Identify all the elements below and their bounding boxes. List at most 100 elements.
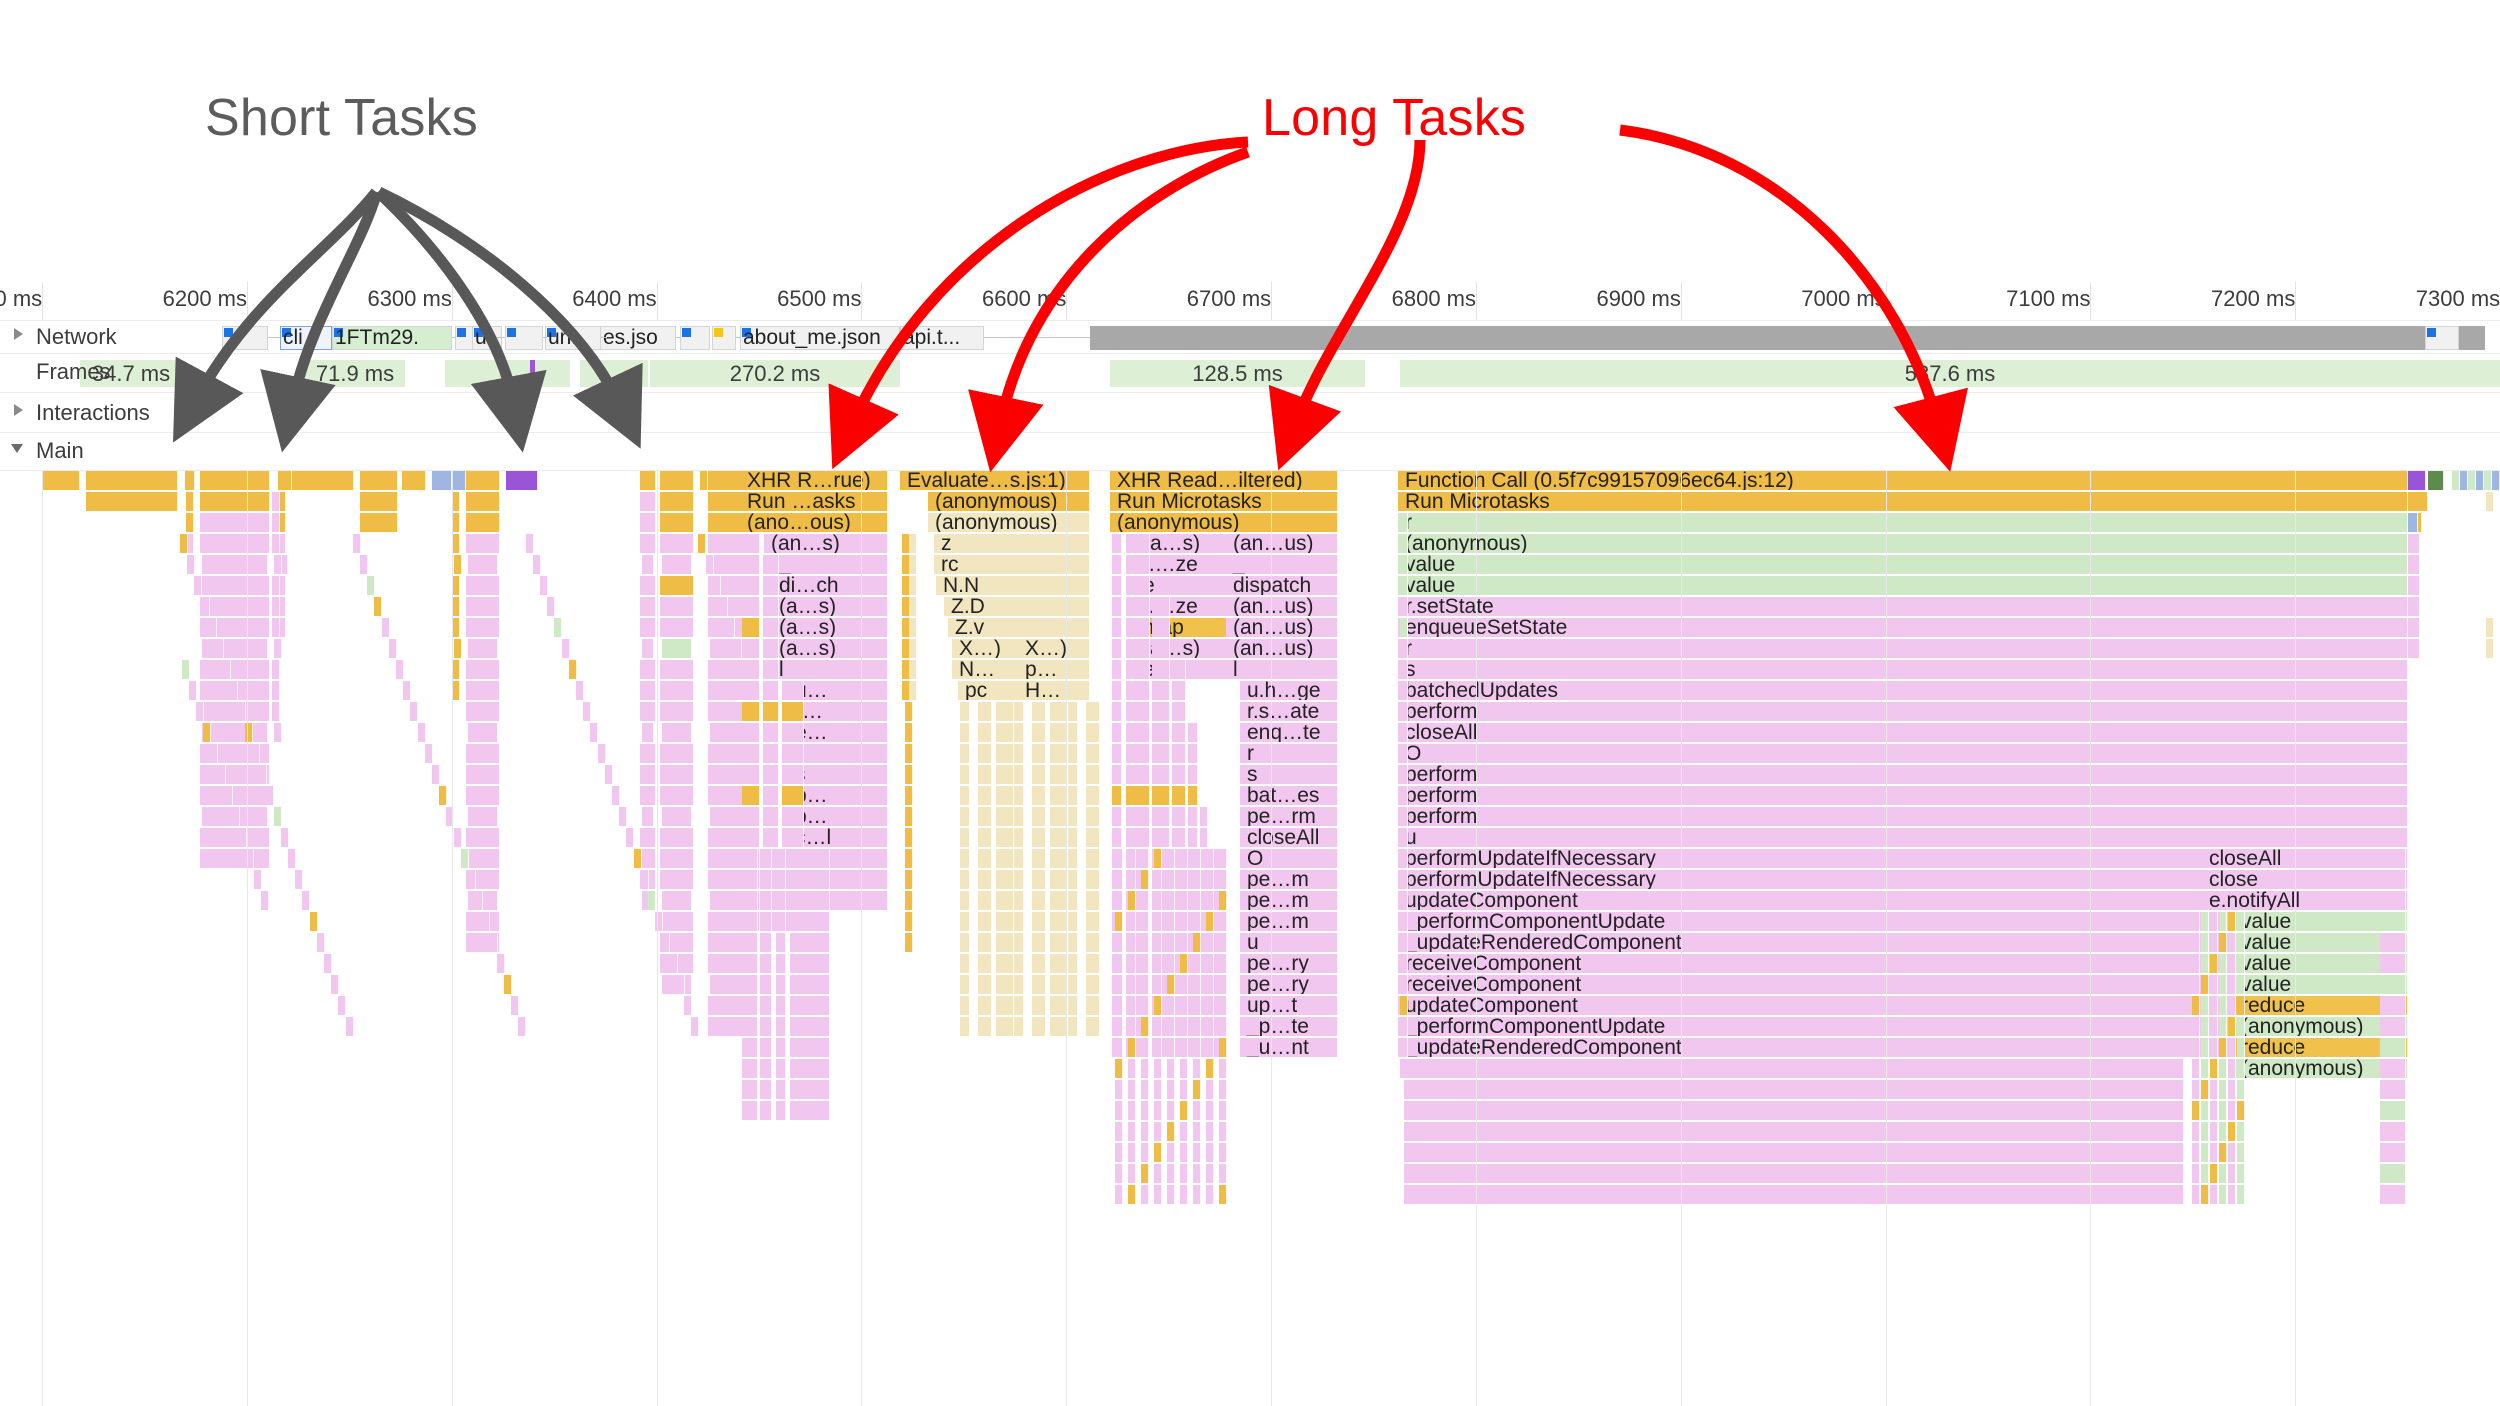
gutter-bar[interactable] xyxy=(1193,891,1201,910)
gutter-bar[interactable] xyxy=(905,891,913,910)
gutter-bar[interactable] xyxy=(1154,1164,1162,1183)
gutter-bar[interactable] xyxy=(776,1017,786,1036)
gutter-bar[interactable] xyxy=(978,912,992,931)
gutter-bar[interactable] xyxy=(978,744,992,763)
gutter-bar[interactable] xyxy=(1219,1059,1227,1078)
gutter-bar[interactable] xyxy=(1180,1101,1188,1120)
gutter-bar[interactable] xyxy=(905,807,913,826)
gutter-bar[interactable] xyxy=(1172,723,1186,742)
gutter-bar[interactable] xyxy=(1172,786,1186,805)
flame-bar-o[interactable]: O xyxy=(1240,849,1338,868)
flame-bar[interactable] xyxy=(1404,1059,2184,1078)
gutter-bar[interactable] xyxy=(960,723,970,742)
gutter-bar[interactable] xyxy=(1032,933,1046,952)
gutter-bar[interactable] xyxy=(1152,618,1170,637)
track-interactions[interactable]: Interactions xyxy=(0,392,2500,433)
short-task-bar[interactable] xyxy=(266,786,275,805)
gutter-bar[interactable] xyxy=(763,723,779,742)
gutter-bar[interactable] xyxy=(2237,1164,2245,1183)
gutter-bar[interactable] xyxy=(978,828,992,847)
gutter-bar[interactable] xyxy=(1128,1080,1136,1099)
gutter-bar[interactable] xyxy=(1014,996,1024,1015)
gutter-bar[interactable] xyxy=(1086,933,1100,952)
short-task-bar[interactable] xyxy=(727,618,736,637)
gutter-bar[interactable] xyxy=(1115,1164,1123,1183)
gutter-bar[interactable] xyxy=(960,702,970,721)
gutter-bar[interactable] xyxy=(790,912,830,931)
short-task-bar[interactable] xyxy=(705,555,714,574)
gutter-bar[interactable] xyxy=(760,933,772,952)
gutter-bar[interactable] xyxy=(978,870,992,889)
gutter-bar[interactable] xyxy=(1115,849,1123,868)
gutter-bar[interactable] xyxy=(1206,1143,1214,1162)
short-task-bar[interactable] xyxy=(201,597,210,616)
gutter-bar[interactable] xyxy=(996,912,1014,931)
short-task-bar[interactable] xyxy=(200,534,270,553)
network-request[interactable]: about_me.json xyxy=(740,326,900,350)
short-task-bar[interactable] xyxy=(466,786,500,805)
gutter-bar[interactable] xyxy=(763,744,779,763)
gutter-bar[interactable] xyxy=(760,870,772,889)
gutter-bar[interactable] xyxy=(2192,1038,2200,1057)
gutter-bar[interactable] xyxy=(1219,1101,1227,1120)
short-task-bar[interactable] xyxy=(403,681,412,700)
gutter-bar[interactable] xyxy=(1068,786,1078,805)
gutter-bar[interactable] xyxy=(1128,933,1136,952)
short-task-bar[interactable] xyxy=(388,639,397,658)
gutter-bar[interactable] xyxy=(2192,1059,2200,1078)
tail-bar[interactable] xyxy=(2408,576,2420,595)
gutter-bar[interactable] xyxy=(1068,954,1078,973)
gutter-bar[interactable] xyxy=(1128,1038,1136,1057)
gutter-bar[interactable] xyxy=(2201,1017,2209,1036)
gutter-bar[interactable] xyxy=(960,828,970,847)
short-task-bar[interactable] xyxy=(676,975,685,994)
gutter-bar[interactable] xyxy=(1032,849,1046,868)
gutter-bar[interactable] xyxy=(1112,555,1122,574)
gutter-bar[interactable] xyxy=(1400,534,1408,553)
gutter-bar[interactable] xyxy=(2228,1059,2236,1078)
short-task-bar[interactable] xyxy=(640,828,656,847)
gutter-bar[interactable] xyxy=(763,702,779,721)
gutter-bar[interactable] xyxy=(1068,702,1078,721)
gutter-bar[interactable] xyxy=(2228,1038,2236,1057)
network-request[interactable]: u xyxy=(472,326,502,350)
gutter-bar[interactable] xyxy=(1400,807,1408,826)
gutter-bar[interactable] xyxy=(1180,954,1188,973)
gutter-bar[interactable] xyxy=(1180,1122,1188,1141)
gutter-bar[interactable] xyxy=(1172,744,1186,763)
gutter-bar[interactable] xyxy=(1193,1164,1201,1183)
gutter-bar[interactable] xyxy=(2228,933,2236,952)
gutter-bar[interactable] xyxy=(742,954,758,973)
gutter-bar[interactable] xyxy=(763,807,779,826)
gutter-bar[interactable] xyxy=(2237,1017,2245,1036)
gutter-bar[interactable] xyxy=(1126,702,1150,721)
gutter-bar[interactable] xyxy=(960,765,970,784)
gutter-bar[interactable] xyxy=(2210,1059,2218,1078)
gutter-bar[interactable] xyxy=(2192,1122,2200,1141)
short-task-bar[interactable] xyxy=(352,534,361,553)
gutter-bar[interactable] xyxy=(1180,1038,1188,1057)
gutter-bar[interactable] xyxy=(1014,912,1024,931)
short-task-bar[interactable] xyxy=(710,975,746,994)
gutter-bar[interactable] xyxy=(1126,765,1150,784)
gutter-bar[interactable] xyxy=(1152,681,1170,700)
flame-bar-r-setstate[interactable]: r.setState xyxy=(1398,597,2408,616)
gutter-bar[interactable] xyxy=(1032,1017,1046,1036)
gutter-bar[interactable] xyxy=(905,702,913,721)
gutter-bar[interactable] xyxy=(2219,954,2227,973)
gutter-bar[interactable] xyxy=(776,975,786,994)
short-task-bar[interactable] xyxy=(202,639,268,658)
gutter-bar[interactable] xyxy=(2380,1017,2406,1036)
short-task-bar[interactable] xyxy=(662,723,692,742)
gutter-bar[interactable] xyxy=(1400,786,1408,805)
gutter-bar[interactable] xyxy=(1154,1143,1162,1162)
short-task-bar[interactable] xyxy=(466,744,500,763)
gutter-bar[interactable] xyxy=(1128,891,1136,910)
gutter-bar[interactable] xyxy=(960,786,970,805)
gutter-bar[interactable] xyxy=(1032,975,1046,994)
gutter-bar[interactable] xyxy=(1128,1059,1136,1078)
flame-bar-function-call-0-5f7c99157096ec64-js-12[interactable]: Function Call (0.5f7c99157096ec64.js:12) xyxy=(1398,471,2408,490)
gutter-bar[interactable] xyxy=(1193,1080,1201,1099)
short-task-bar[interactable] xyxy=(272,576,280,595)
gutter-bar[interactable] xyxy=(1115,975,1123,994)
